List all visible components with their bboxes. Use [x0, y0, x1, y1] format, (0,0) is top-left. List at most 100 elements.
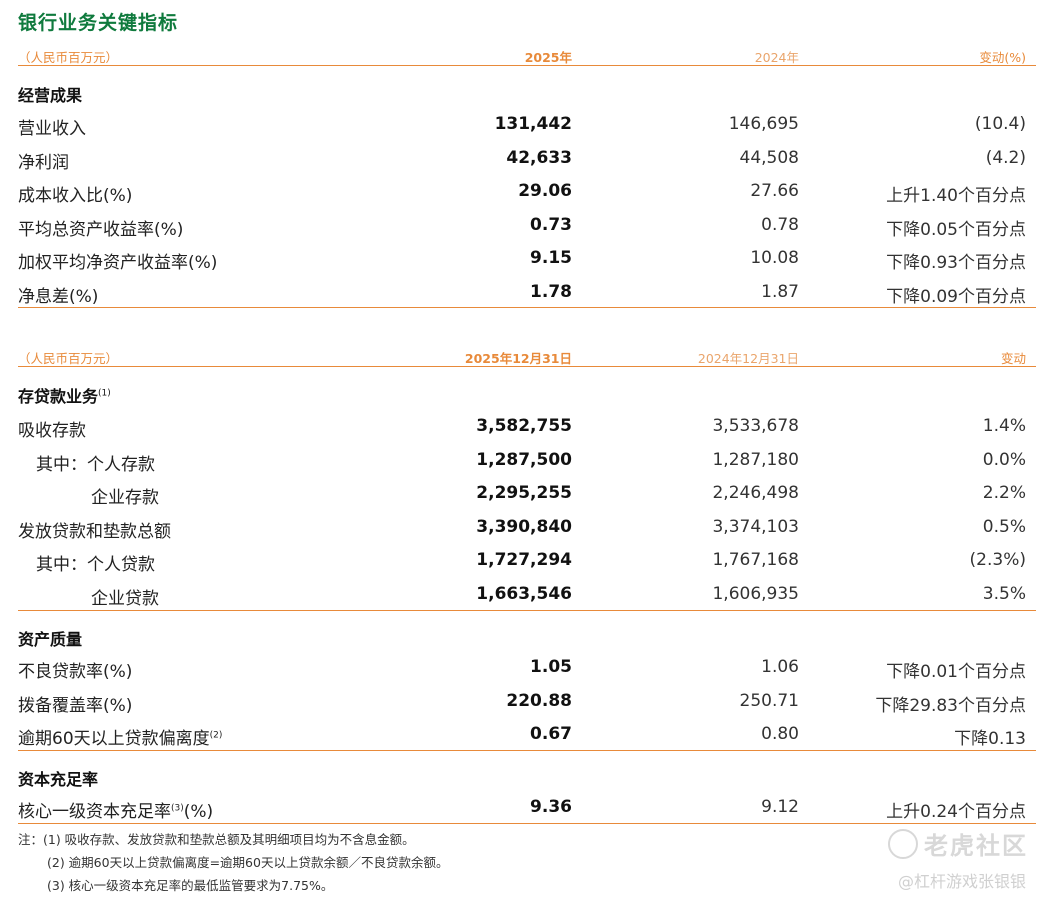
footnote-3: (3) 核心一级资本充足率的最低监管要求为7.75%。: [47, 878, 334, 893]
row-label: 其中：个人存款: [36, 455, 155, 475]
section-divider: [18, 823, 1036, 824]
watermark-brand-text: 老虎社区: [924, 832, 1028, 860]
col-2024-header: 2024年12月31日: [697, 351, 799, 366]
value-2025: 42,633: [506, 148, 572, 168]
value-2025: 9.15: [530, 248, 572, 268]
table-row: 拨备覆盖率(%) 220.88 250.71 下降29.83个百分点: [18, 685, 1036, 718]
value-2025: 0.67: [530, 724, 572, 744]
value-2025: 1.05: [530, 657, 572, 677]
value-2024: 1,287,180: [712, 450, 799, 470]
footnote-2: (2) 逾期60天以上贷款偏离度=逾期60天以上贷款余额／不良贷款余额。: [47, 855, 449, 870]
row-label: 核心一级资本充足率(3)(%): [18, 797, 213, 822]
value-2024: 27.66: [750, 181, 799, 201]
tiger-logo-icon: [888, 829, 918, 859]
col-change-header: 变动: [1000, 351, 1026, 366]
row-label: 其中：个人贷款: [36, 555, 155, 575]
value-2024: 250.71: [739, 691, 799, 711]
value-change: (10.4): [974, 114, 1026, 134]
page-title: 银行业务关键指标: [18, 12, 179, 34]
value-2025: 1,663,546: [476, 584, 572, 604]
row-label: 净息差(%): [18, 287, 99, 307]
table-row: 核心一级资本充足率(3)(%) 9.36 9.12 上升0.24个百分点: [18, 791, 1036, 824]
value-2025: 1.78: [530, 282, 572, 302]
section-title-operating: 经营成果: [18, 86, 83, 105]
section-title-capital: 资本充足率: [18, 770, 99, 789]
value-2024: 1.87: [761, 282, 799, 302]
table-row: 成本收入比(%) 29.06 27.66 上升1.40个百分点: [18, 175, 1036, 208]
value-2024: 1,606,935: [712, 584, 799, 604]
value-change: 2.2%: [982, 483, 1026, 503]
value-2024: 146,695: [728, 114, 799, 134]
unit-label: （人民币百万元）: [18, 351, 119, 366]
col-change-header: 变动(%): [979, 50, 1026, 65]
value-2024: 10.08: [750, 248, 799, 268]
row-label: 逾期60天以上贷款偏离度(2): [18, 724, 222, 749]
value-change: 下降0.13: [954, 729, 1026, 749]
section-divider: [18, 610, 1036, 611]
value-change: 下降0.09个百分点: [886, 287, 1026, 307]
row-label: 不良贷款率(%): [18, 662, 133, 682]
row-label: 企业存款: [91, 488, 159, 508]
value-change: 下降0.93个百分点: [886, 253, 1026, 273]
section-title-quality: 资产质量: [18, 630, 83, 649]
watermark-brand: 老虎社区: [888, 826, 1028, 862]
col-2024-header: 2024年: [754, 50, 799, 65]
table-row: 企业贷款 1,663,546 1,606,935 3.5%: [18, 578, 1036, 611]
row-label: 营业收入: [18, 119, 86, 139]
col-2025-header: 2025年12月31日: [464, 351, 572, 366]
table-row: 其中：个人存款 1,287,500 1,287,180 0.0%: [18, 444, 1036, 477]
value-2024: 3,533,678: [712, 416, 799, 436]
value-change: 0.0%: [982, 450, 1026, 470]
value-change: 上升1.40个百分点: [886, 186, 1026, 206]
row-label: 吸收存款: [18, 421, 86, 441]
footnote-1: 注：(1) 吸收存款、发放贷款和垫款总额及其明细项目均为不含息金额。: [18, 832, 415, 847]
value-2025: 29.06: [518, 181, 572, 201]
row-label: 平均总资产收益率(%): [18, 220, 184, 240]
table-row: 净息差(%) 1.78 1.87 下降0.09个百分点: [18, 276, 1036, 309]
table-row: 逾期60天以上贷款偏离度(2) 0.67 0.80 下降0.13: [18, 718, 1036, 751]
value-change: (2.3%): [969, 550, 1026, 570]
table-row: 不良贷款率(%) 1.05 1.06 下降0.01个百分点: [18, 651, 1036, 684]
row-label: 加权平均净资产收益率(%): [18, 253, 218, 273]
value-2025: 9.36: [530, 797, 572, 817]
row-label: 发放贷款和垫款总额: [18, 522, 171, 542]
value-2025: 0.73: [530, 215, 572, 235]
value-change: 1.4%: [982, 416, 1026, 436]
table-row: 企业存款 2,295,255 2,246,498 2.2%: [18, 477, 1036, 510]
section-divider: [18, 307, 1036, 308]
section-divider: [18, 750, 1036, 751]
value-2024: 1,767,168: [712, 550, 799, 570]
unit-label: （人民币百万元）: [18, 50, 119, 65]
table-header-deposits: （人民币百万元） 2025年12月31日 2024年12月31日 变动: [18, 344, 1036, 367]
footnotes: 注：(1) 吸收存款、发放贷款和垫款总额及其明细项目均为不含息金额。 (2) 逾…: [18, 828, 448, 897]
value-2025: 1,727,294: [476, 550, 572, 570]
table-row: 加权平均净资产收益率(%) 9.15 10.08 下降0.93个百分点: [18, 242, 1036, 275]
row-label-text: 逾期60天以上贷款偏离度: [18, 729, 210, 749]
value-2025: 3,390,840: [476, 517, 572, 537]
value-2025: 3,582,755: [476, 416, 572, 436]
value-2024: 0.78: [761, 215, 799, 235]
value-2024: 2,246,498: [712, 483, 799, 503]
table-row: 净利润 42,633 44,508 (4.2): [18, 142, 1036, 175]
table-row: 发放贷款和垫款总额 3,390,840 3,374,103 0.5%: [18, 511, 1036, 544]
value-2024: 1.06: [761, 657, 799, 677]
value-change: 0.5%: [982, 517, 1026, 537]
value-change: 下降0.05个百分点: [886, 220, 1026, 240]
table-row: 吸收存款 3,582,755 3,533,678 1.4%: [18, 410, 1036, 443]
table-header-operating: （人民币百万元） 2025年 2024年 变动(%): [18, 43, 1036, 66]
value-2025: 220.88: [506, 691, 572, 711]
row-label: 拨备覆盖率(%): [18, 696, 133, 716]
value-change: 下降0.01个百分点: [886, 662, 1026, 682]
value-change: 下降29.83个百分点: [875, 696, 1026, 716]
footnote-marker: (1): [98, 388, 111, 399]
value-2024: 3,374,103: [712, 517, 799, 537]
watermark-user: @杠杆游戏张银银: [897, 872, 1026, 891]
footnote-marker: (2): [209, 730, 223, 741]
row-label: 净利润: [18, 153, 69, 173]
table-row: 营业收入 131,442 146,695 (10.4): [18, 108, 1036, 141]
table-row: 平均总资产收益率(%) 0.73 0.78 下降0.05个百分点: [18, 209, 1036, 242]
row-label: 企业贷款: [91, 589, 159, 609]
value-2024: 0.80: [761, 724, 799, 744]
value-2024: 44,508: [739, 148, 799, 168]
value-2025: 2,295,255: [476, 483, 572, 503]
